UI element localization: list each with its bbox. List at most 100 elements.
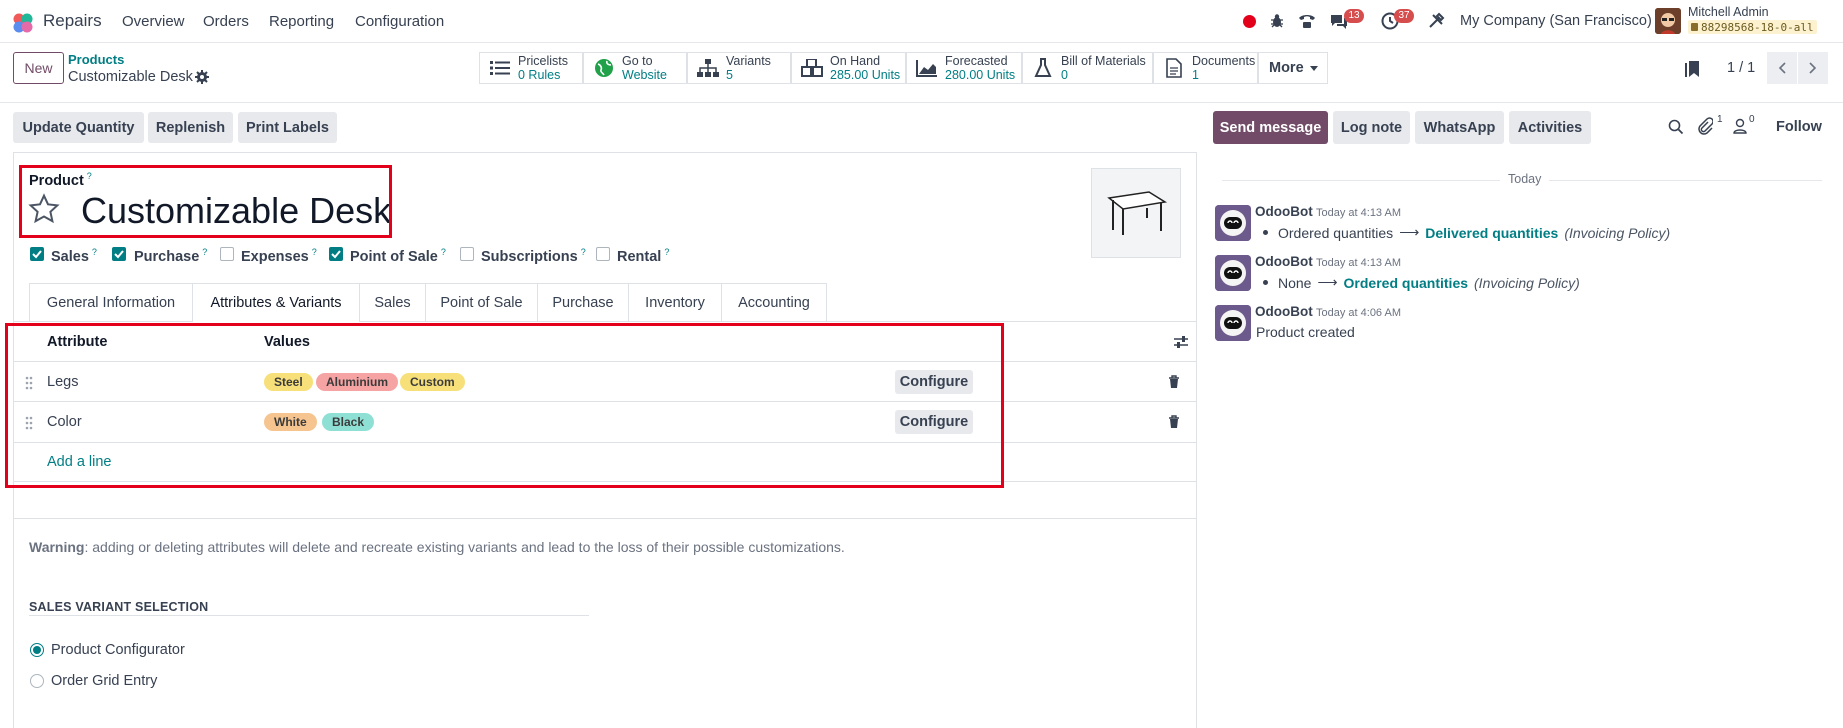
bookmark-icon[interactable]: [1685, 60, 1701, 78]
smart-value: 280.00 Units: [945, 68, 1016, 82]
database-badge: 88298568-18-0-all: [1688, 20, 1817, 34]
message-author[interactable]: OdooBot: [1255, 204, 1313, 219]
trash-icon[interactable]: [1168, 375, 1180, 389]
pager-previous-button[interactable]: [1767, 52, 1797, 84]
smart-value: 0 Rules: [518, 68, 561, 82]
update-quantity-button[interactable]: Update Quantity: [13, 112, 144, 143]
recording-icon[interactable]: [1243, 15, 1256, 28]
pager-next-button[interactable]: [1798, 52, 1828, 84]
purchase-checkbox-label: Purchase?: [134, 247, 208, 265]
tab-sales[interactable]: Sales: [359, 283, 426, 321]
avatar[interactable]: [1215, 305, 1251, 341]
help-icon[interactable]: ?: [581, 247, 586, 257]
subscriptions-checkbox[interactable]: [460, 247, 474, 261]
tab-accounting[interactable]: Accounting: [721, 283, 827, 321]
tab-point-of-sale[interactable]: Point of Sale: [425, 283, 538, 321]
help-icon[interactable]: ?: [664, 247, 669, 257]
tab-purchase[interactable]: Purchase: [537, 283, 629, 321]
point-of-sale-checkbox[interactable]: [329, 247, 343, 261]
tracking-old-value: None: [1278, 274, 1312, 291]
help-icon[interactable]: ?: [92, 247, 97, 257]
attachments-paperclip-icon[interactable]: [1697, 117, 1713, 135]
record-settings-gear-icon[interactable]: [195, 70, 209, 84]
breadcrumb-parent[interactable]: Products: [68, 52, 124, 67]
sales-checkbox[interactable]: [30, 247, 44, 261]
product-image[interactable]: [1091, 168, 1181, 258]
whatsapp-button[interactable]: WhatsApp: [1415, 111, 1504, 144]
search-messages-icon[interactable]: [1668, 119, 1684, 135]
tracking-field-name: (Invoicing Policy): [1474, 274, 1580, 291]
user-avatar[interactable]: [1655, 8, 1681, 34]
help-icon[interactable]: ?: [312, 247, 317, 257]
tab-attributes-variants[interactable]: Attributes & Variants: [192, 283, 360, 322]
menu-orders[interactable]: Orders: [203, 13, 249, 30]
caret-down-icon: [1309, 65, 1318, 71]
activities-button[interactable]: Activities: [1509, 111, 1591, 144]
followers-user-icon[interactable]: [1733, 118, 1747, 134]
smart-button-variants[interactable]: Variants 5: [687, 52, 791, 84]
subscriptions-checkbox-label: Subscriptions?: [481, 247, 586, 265]
date-separator: Today: [1500, 172, 1550, 186]
menu-configuration[interactable]: Configuration: [355, 13, 444, 30]
smart-button-bill-of-materials[interactable]: Bill of Materials 0: [1022, 52, 1153, 84]
avatar[interactable]: [1215, 205, 1251, 241]
radio-order-grid-entry[interactable]: [30, 674, 44, 688]
bug-icon[interactable]: [1268, 12, 1286, 30]
highlight-product-name: [19, 165, 392, 238]
highlight-attributes-table: [5, 323, 1004, 488]
phone-icon[interactable]: [1297, 12, 1317, 30]
replenish-button[interactable]: Replenish: [148, 112, 233, 143]
tab-general-information[interactable]: General Information: [29, 283, 193, 321]
smart-button-go-to-website[interactable]: Go to Website: [583, 52, 687, 84]
radio-label-product-configurator[interactable]: Product Configurator: [51, 642, 185, 658]
app-logo-icon[interactable]: [12, 12, 34, 34]
point-of-sale-checkbox-label: Point of Sale?: [350, 247, 446, 265]
print-labels-button[interactable]: Print Labels: [238, 112, 337, 143]
help-icon[interactable]: ?: [202, 247, 207, 257]
new-button[interactable]: New: [13, 52, 64, 84]
tracking-new-value: Delivered quantities: [1425, 224, 1559, 241]
purchase-checkbox[interactable]: [112, 247, 126, 261]
smart-button-forecasted[interactable]: Forecasted 280.00 Units: [906, 52, 1022, 84]
globe-icon: [592, 57, 616, 79]
avatar[interactable]: [1215, 255, 1251, 291]
tab-inventory[interactable]: Inventory: [628, 283, 722, 321]
tracking-old-value: Ordered quantities: [1278, 224, 1394, 241]
section-title: SALES VARIANT SELECTION: [29, 600, 209, 614]
tracking-new-value: Ordered quantities: [1343, 274, 1469, 291]
follow-button[interactable]: Follow: [1776, 119, 1822, 135]
message-author[interactable]: OdooBot: [1255, 304, 1313, 319]
help-icon[interactable]: ?: [441, 247, 446, 257]
tools-icon[interactable]: [1427, 12, 1445, 30]
trash-icon[interactable]: [1168, 415, 1180, 429]
log-note-button[interactable]: Log note: [1333, 111, 1410, 144]
smart-button-pricelists[interactable]: Pricelists 0 Rules: [479, 52, 583, 84]
menu-reporting[interactable]: Reporting: [269, 13, 334, 30]
user-name[interactable]: Mitchell Admin: [1688, 5, 1769, 19]
pager-value[interactable]: 1 / 1: [1727, 60, 1755, 76]
smart-button-documents[interactable]: Documents 1: [1153, 52, 1258, 84]
smart-button-on-hand[interactable]: On Hand 285.00 Units: [791, 52, 906, 84]
radio-label-order-grid-entry[interactable]: Order Grid Entry: [51, 673, 157, 689]
smart-value: 0: [1061, 68, 1068, 82]
radio-product-configurator[interactable]: [30, 643, 44, 657]
arrow-right-icon: ⟶: [1399, 224, 1420, 240]
expenses-checkbox[interactable]: [220, 247, 234, 261]
rental-checkbox[interactable]: [596, 247, 610, 261]
message-tracking: Ordered quantities ⟶ Delivered quantitie…: [1263, 224, 1670, 241]
smart-value: 285.00 Units: [830, 68, 901, 82]
send-message-button[interactable]: Send message: [1213, 111, 1328, 144]
optional-columns-icon[interactable]: [1173, 334, 1189, 350]
more-dropdown[interactable]: More: [1258, 52, 1328, 84]
bullet: [1263, 230, 1268, 235]
section-divider: [29, 615, 589, 616]
warning-label: Warning: [29, 539, 85, 555]
breadcrumb-current: Customizable Desk: [68, 69, 193, 85]
message-author[interactable]: OdooBot: [1255, 254, 1313, 269]
app-name[interactable]: Repairs: [43, 11, 102, 31]
menu-overview[interactable]: Overview: [122, 13, 185, 30]
warning-message: : adding or deleting attributes will del…: [84, 539, 845, 555]
flask-icon: [1031, 57, 1055, 79]
smart-title: Go to: [622, 54, 653, 68]
company-switcher[interactable]: My Company (San Francisco): [1460, 13, 1652, 29]
